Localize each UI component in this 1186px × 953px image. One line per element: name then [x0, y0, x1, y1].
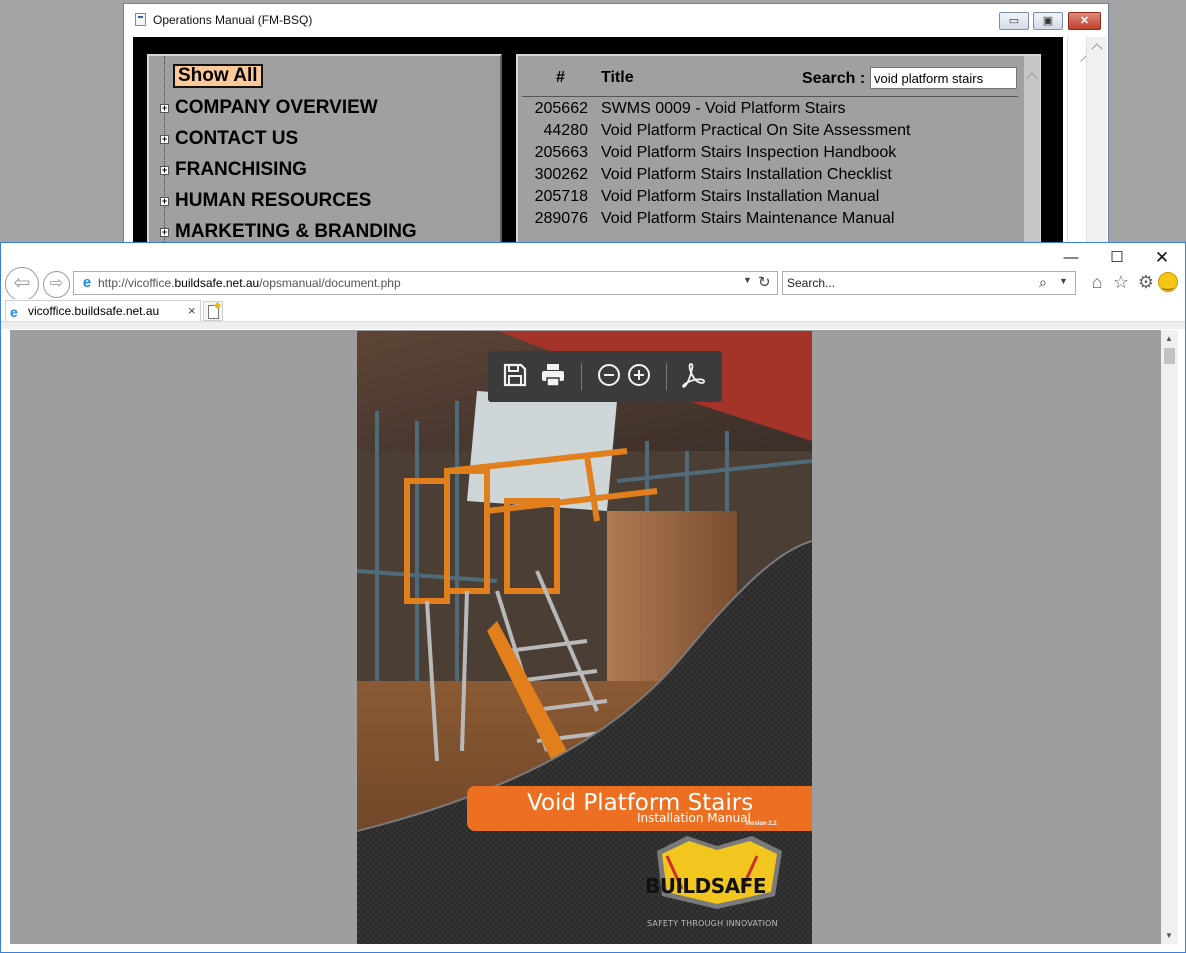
zoom-out-icon[interactable]	[594, 360, 624, 390]
result-number: 205718	[534, 188, 588, 205]
address-dropdown-icon[interactable]: ▼	[743, 275, 752, 285]
save-icon[interactable]	[500, 360, 530, 390]
pdf-toolbar	[488, 351, 722, 402]
browser-window: — ☐ ✕ ⇦ ⇨ e http://vicoffice.buildsafe.n…	[0, 242, 1186, 953]
cover-title-banner: Void Platform Stairs Installation Manual…	[467, 786, 812, 831]
nav-item-franchising[interactable]: + FRANCHISING	[149, 159, 489, 183]
ie-logo-icon: e	[10, 304, 18, 320]
expand-icon[interactable]: +	[160, 104, 169, 113]
minimize-button[interactable]: —	[1051, 245, 1091, 271]
tab-close-icon[interactable]: ×	[188, 303, 196, 318]
toolbar-separator	[666, 363, 667, 390]
header-divider	[522, 96, 1018, 97]
tab-label: vicoffice.buildsafe.net.au	[28, 304, 160, 318]
url-path: /opsmanual/document.php	[259, 276, 401, 290]
url-prefix: http://vicoffice.	[98, 276, 175, 290]
command-strip	[1, 322, 1185, 329]
window-title: Operations Manual (FM-BSQ)	[153, 13, 313, 27]
url-host: buildsafe.net.au	[174, 276, 260, 290]
results-scrollbar[interactable]	[1024, 56, 1040, 246]
search-icon[interactable]: ⌕	[1039, 274, 1047, 291]
favorites-icon[interactable]: ☆	[1110, 272, 1132, 293]
expand-icon[interactable]: +	[160, 166, 169, 175]
nav-item-label: HUMAN RESOURCES	[175, 190, 372, 211]
ops-inner-scrollbar[interactable]	[1086, 37, 1106, 254]
tab-bar: e vicoffice.buildsafe.net.au ×	[1, 299, 1185, 322]
print-icon[interactable]	[538, 360, 568, 390]
result-row[interactable]: 205662 SWMS 0009 - Void Platform Stairs	[518, 100, 1023, 122]
result-row[interactable]: 289076 Void Platform Stairs Maintenance …	[518, 210, 1023, 232]
cover-photo	[357, 331, 812, 944]
ie-logo-icon: e	[82, 274, 92, 291]
gear-icon[interactable]: ⚙	[1135, 272, 1157, 293]
forward-button[interactable]: ⇨	[43, 271, 70, 298]
nav-item-human-resources[interactable]: + HUMAN RESOURCES	[149, 190, 489, 214]
buildsafe-logo: BUILDSAFE	[623, 859, 783, 915]
close-button[interactable]: ✕	[1142, 245, 1182, 271]
refresh-icon[interactable]: ↻	[758, 273, 771, 291]
pdf-cover-page: Void Platform Stairs Installation Manual…	[357, 331, 812, 944]
result-title[interactable]: Void Platform Stairs Maintenance Manual	[601, 210, 894, 228]
result-title[interactable]: Void Platform Stairs Installation Manual	[601, 188, 879, 206]
acrobat-icon[interactable]	[678, 360, 708, 390]
result-row[interactable]: 300262 Void Platform Stairs Installation…	[518, 166, 1023, 188]
category-nav-panel: Show All + COMPANY OVERVIEW + CONTACT US…	[147, 54, 502, 246]
result-number: 300262	[534, 166, 588, 183]
browser-search-bar[interactable]: ⌕ ▼	[782, 271, 1076, 295]
expand-icon[interactable]: +	[160, 135, 169, 144]
result-row[interactable]: 44280 Void Platform Practical On Site As…	[518, 122, 1023, 144]
result-number: 205663	[534, 144, 588, 161]
result-number: 289076	[534, 210, 588, 227]
scroll-down-icon[interactable]: ▼	[1165, 931, 1173, 940]
scroll-thumb[interactable]	[1164, 348, 1175, 364]
brand-name: BUILDSAFE	[645, 874, 766, 898]
app-icon	[135, 13, 146, 26]
search-dropdown-icon[interactable]: ▼	[1059, 276, 1068, 286]
scroll-up-icon[interactable]	[1091, 43, 1103, 55]
tab-active[interactable]: e vicoffice.buildsafe.net.au ×	[5, 300, 201, 322]
show-all-button[interactable]: Show All	[173, 64, 263, 88]
result-title[interactable]: SWMS 0009 - Void Platform Stairs	[601, 100, 846, 118]
maximize-button[interactable]: ▣	[1033, 12, 1063, 30]
column-header-title[interactable]: Title	[601, 69, 634, 87]
brand-tagline: SAFETY THROUGH INNOVATION	[647, 919, 778, 928]
back-button[interactable]: ⇦	[5, 267, 39, 301]
scroll-up-icon[interactable]	[1026, 72, 1038, 84]
search-label: Search :	[802, 70, 866, 87]
url-text[interactable]: http://vicoffice.buildsafe.net.au/opsman…	[98, 276, 401, 290]
expand-icon[interactable]: +	[160, 197, 169, 206]
new-tab-button[interactable]	[203, 301, 223, 321]
search-results-panel: # Title Search : 205662 SWMS 0009 - Void…	[516, 54, 1041, 246]
browser-search-input[interactable]	[785, 273, 1025, 293]
search-input[interactable]	[870, 67, 1017, 89]
nav-item-label: MARKETING & BRANDING	[175, 221, 417, 242]
ops-titlebar[interactable]: Operations Manual (FM-BSQ) ▭ ▣ ✕	[124, 4, 1108, 34]
cover-version: Version 2.2	[745, 821, 777, 827]
toolbar-separator	[581, 363, 582, 390]
scroll-up-icon[interactable]: ▲	[1165, 334, 1173, 343]
result-number: 205662	[534, 100, 588, 117]
result-title[interactable]: Void Platform Stairs Installation Checkl…	[601, 166, 892, 184]
result-title[interactable]: Void Platform Practical On Site Assessme…	[601, 122, 910, 140]
nav-item-label: FRANCHISING	[175, 159, 307, 180]
result-title[interactable]: Void Platform Stairs Inspection Handbook	[601, 144, 896, 162]
result-row[interactable]: 205663 Void Platform Stairs Inspection H…	[518, 144, 1023, 166]
result-row[interactable]: 205718 Void Platform Stairs Installation…	[518, 188, 1023, 210]
viewer-scrollbar[interactable]: ▲ ▼	[1161, 330, 1178, 944]
nav-item-contact-us[interactable]: + CONTACT US	[149, 128, 489, 152]
zoom-in-icon[interactable]	[624, 360, 654, 390]
cover-subtitle: Installation Manual	[637, 811, 751, 825]
nav-item-label: CONTACT US	[175, 128, 299, 149]
result-number: 44280	[543, 122, 589, 139]
feedback-smiley-icon[interactable]	[1158, 272, 1178, 292]
close-button[interactable]: ✕	[1068, 12, 1101, 30]
home-icon[interactable]: ⌂	[1086, 272, 1108, 293]
column-header-number[interactable]: #	[556, 69, 565, 87]
nav-item-label: COMPANY OVERVIEW	[175, 97, 378, 118]
nav-item-company-overview[interactable]: + COMPANY OVERVIEW	[149, 97, 489, 121]
minimize-button[interactable]: ▭	[999, 12, 1029, 30]
address-bar[interactable]: e http://vicoffice.buildsafe.net.au/opsm…	[73, 271, 778, 295]
expand-icon[interactable]: +	[160, 228, 169, 237]
maximize-button[interactable]: ☐	[1097, 245, 1137, 271]
